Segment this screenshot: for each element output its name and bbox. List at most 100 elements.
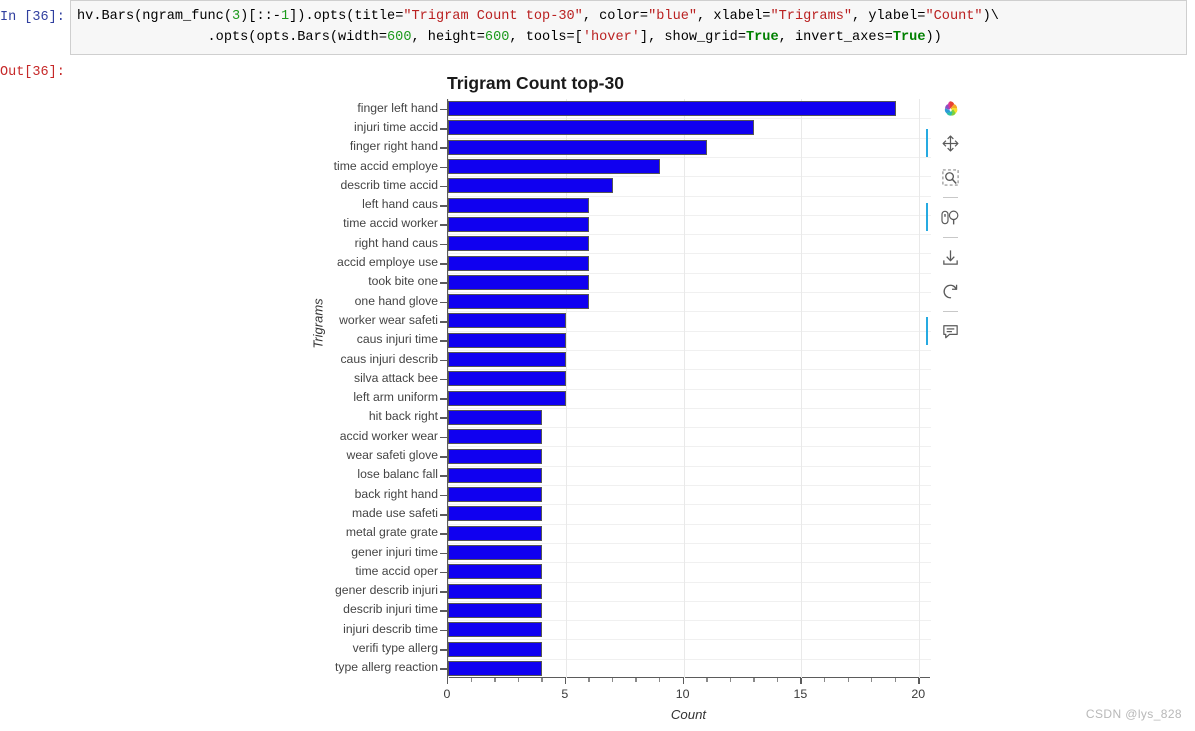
bar[interactable] xyxy=(448,506,543,522)
horizontal-gridline xyxy=(448,292,931,293)
y-tick-label: left arm uniform xyxy=(353,390,438,405)
bar[interactable] xyxy=(448,467,543,483)
code-seg: , ylabel= xyxy=(852,9,926,24)
bar[interactable] xyxy=(448,564,543,580)
x-tick-mark-minor xyxy=(706,678,708,682)
y-tick-label: describ injuri time xyxy=(343,602,438,617)
bar[interactable] xyxy=(448,641,543,657)
y-tick-mark xyxy=(440,340,447,342)
bar[interactable] xyxy=(448,139,708,155)
horizontal-gridline xyxy=(448,658,931,660)
horizontal-gridline xyxy=(448,639,931,641)
toolbar-divider xyxy=(942,237,958,238)
horizontal-gridline xyxy=(448,600,931,602)
horizontal-gridline xyxy=(448,118,931,120)
code-seg-bool: True xyxy=(892,30,926,45)
code-seg-num: 1 xyxy=(280,9,290,24)
y-tick-mark xyxy=(440,108,447,111)
x-tick-mark-minor xyxy=(517,678,520,682)
y-tick-mark xyxy=(440,205,447,207)
y-tick-label: made use safeti xyxy=(351,505,438,520)
watermark-text: CSDN @lys_828 xyxy=(1085,707,1182,721)
x-tick-mark-minor xyxy=(635,678,637,682)
bar[interactable] xyxy=(448,409,543,425)
bokeh-logo-icon[interactable] xyxy=(938,99,962,123)
bar[interactable] xyxy=(448,332,566,348)
code-seg-num: 600 xyxy=(484,30,510,45)
bar[interactable] xyxy=(448,660,543,676)
horizontal-gridline xyxy=(448,407,931,409)
bar[interactable] xyxy=(448,294,590,310)
y-tick-label: time accid worker xyxy=(343,216,438,231)
x-tick-mark-minor xyxy=(776,678,779,682)
code-seg: , height= xyxy=(411,30,485,45)
y-tick-mark xyxy=(440,494,447,497)
horizontal-gridline xyxy=(448,311,931,313)
horizontal-gridline xyxy=(448,369,931,371)
horizontal-gridline xyxy=(448,137,931,139)
y-tick-label: describ time accid xyxy=(340,177,438,192)
y-tick-label: type allerg reaction xyxy=(335,660,438,675)
bar[interactable] xyxy=(448,602,543,618)
bar[interactable] xyxy=(448,101,896,117)
bar[interactable] xyxy=(448,120,755,136)
bar[interactable] xyxy=(448,159,661,175)
code-seg-string: "Count" xyxy=(925,9,983,24)
y-tick-label: time accid employe xyxy=(333,158,438,173)
y-tick-mark xyxy=(440,320,447,323)
y-tick-label: injuri describ time xyxy=(343,621,438,636)
bokeh-toolbar[interactable] xyxy=(926,99,970,350)
bar[interactable] xyxy=(448,197,590,213)
y-tick-mark xyxy=(440,571,447,574)
horizontal-gridline xyxy=(448,272,931,274)
horizontal-gridline xyxy=(448,388,931,390)
code-editor[interactable]: hv.Bars(ngram_func(3)[::-1]).opts(title=… xyxy=(70,0,1187,55)
y-tick-mark xyxy=(440,668,447,670)
horizontal-gridline xyxy=(448,620,931,622)
horizontal-gridline xyxy=(448,214,931,216)
plot-frame[interactable] xyxy=(447,99,931,678)
y-tick-mark xyxy=(440,629,447,632)
bar[interactable] xyxy=(448,274,590,290)
code-seg: .opts(opts.Bars(width= xyxy=(77,30,387,45)
bar[interactable] xyxy=(448,448,543,464)
horizontal-gridline xyxy=(448,446,931,448)
bar[interactable] xyxy=(448,178,613,194)
y-tick-mark xyxy=(440,378,447,381)
y-tick-mark xyxy=(440,398,447,400)
code-seg: )) xyxy=(925,30,942,45)
x-tick-mark-minor xyxy=(871,678,873,682)
bar[interactable] xyxy=(448,429,543,445)
pan-tool-button[interactable] xyxy=(926,128,965,158)
hover-tool-button[interactable] xyxy=(926,316,965,346)
horizontal-gridline xyxy=(448,523,931,525)
bar[interactable] xyxy=(448,545,543,561)
bar[interactable] xyxy=(448,216,590,232)
x-tick-label: 10 xyxy=(675,687,690,701)
y-tick-label: metal grate grate xyxy=(345,525,438,540)
x-tick-mark-major xyxy=(800,678,802,684)
save-tool-button[interactable] xyxy=(935,242,965,272)
wheel-zoom-tool-button[interactable] xyxy=(926,202,965,232)
bar[interactable] xyxy=(448,313,566,329)
bar[interactable] xyxy=(448,487,543,503)
bar[interactable] xyxy=(448,525,543,541)
code-line-1: hv.Bars(ngram_func(3)[::-1]).opts(title=… xyxy=(77,6,1180,27)
y-tick-mark xyxy=(440,166,447,169)
y-tick-mark xyxy=(440,513,447,516)
bar[interactable] xyxy=(448,622,543,638)
bar[interactable] xyxy=(448,255,590,271)
bokeh-plot[interactable]: Trigram Count top-30 Trigrams finger lef… xyxy=(264,66,994,726)
bar[interactable] xyxy=(448,583,543,599)
bar[interactable] xyxy=(448,371,566,387)
bar[interactable] xyxy=(448,352,566,368)
bar[interactable] xyxy=(448,236,590,252)
y-tick-label: right hand caus xyxy=(354,235,438,250)
code-seg-string: 'hover' xyxy=(582,30,640,45)
box-zoom-tool-button[interactable] xyxy=(935,162,965,192)
x-tick-mark-minor xyxy=(847,678,849,682)
vertical-gridline xyxy=(919,99,921,678)
bar[interactable] xyxy=(448,390,566,406)
code-seg-num: 600 xyxy=(387,30,412,45)
reset-tool-button[interactable] xyxy=(935,276,965,306)
